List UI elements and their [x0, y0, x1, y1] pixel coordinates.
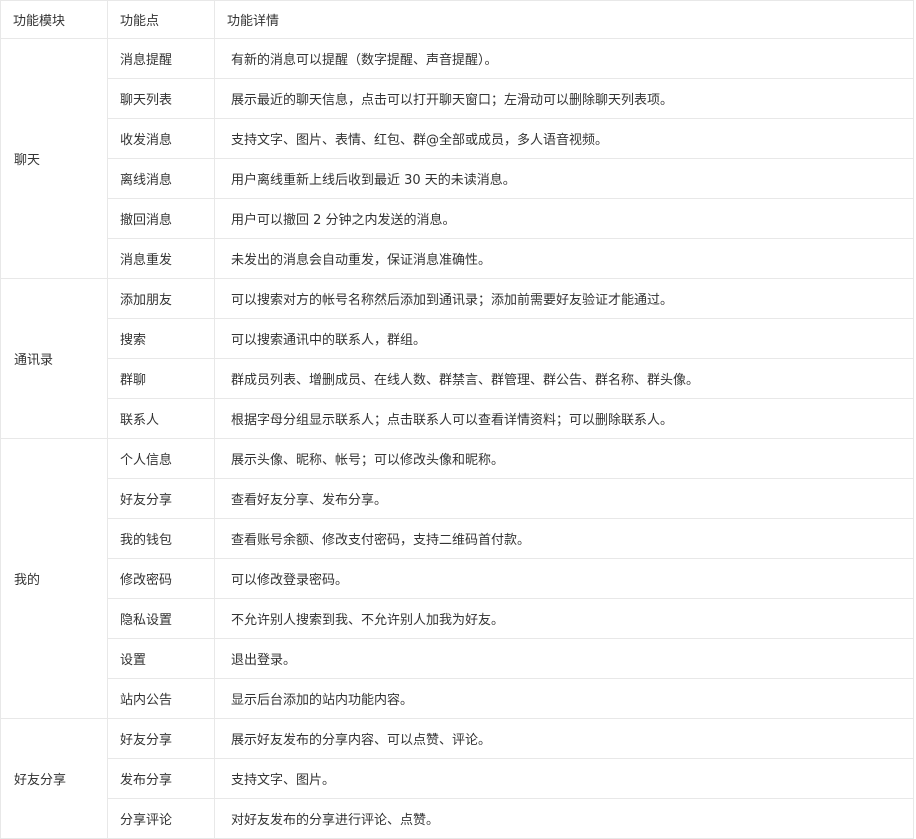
table-row: 聊天 消息提醒 有新的消息可以提醒（数字提醒、声音提醒）。: [0, 38, 914, 279]
table-row: 好友分享 好友分享 展示好友发布的分享内容、可以点赞、评论。: [0, 718, 914, 839]
detail-cell: 退出登录。: [214, 638, 914, 679]
table-row: 修改密码 可以修改登录密码。: [1, 558, 914, 599]
detail-cell: 对好友发布的分享进行评论、点赞。: [214, 798, 914, 839]
module-cell-me: 我的: [0, 438, 108, 719]
point-cell: 好友分享: [107, 718, 215, 759]
module-cell-chat: 聊天: [0, 38, 108, 279]
detail-cell: 未发出的消息会自动重发，保证消息准确性。: [214, 238, 914, 279]
table-row: 撤回消息 用户可以撤回 2 分钟之内发送的消息。: [1, 198, 914, 239]
table-row: 收发消息 支持文字、图片、表情、红包、群@全部或成员，多人语音视频。: [1, 118, 914, 159]
point-cell: 撤回消息: [107, 198, 215, 239]
table-row: 消息重发 未发出的消息会自动重发，保证消息准确性。: [1, 238, 914, 279]
table-row: 联系人 根据字母分组显示联系人；点击联系人可以查看详情资料；可以删除联系人。: [1, 398, 914, 439]
detail-cell: 展示头像、昵称、帐号；可以修改头像和昵称。: [214, 438, 914, 479]
detail-cell: 显示后台添加的站内功能内容。: [214, 678, 914, 719]
table-row: 好友分享 查看好友分享、发布分享。: [1, 478, 914, 519]
header-module: 功能模块: [0, 0, 108, 39]
point-cell: 个人信息: [107, 438, 215, 479]
table-row: 发布分享 支持文字、图片。: [1, 758, 914, 799]
point-cell: 我的钱包: [107, 518, 215, 559]
detail-cell: 展示最近的聊天信息，点击可以打开聊天窗口；左滑动可以删除聊天列表项。: [214, 78, 914, 119]
point-cell: 站内公告: [107, 678, 215, 719]
point-cell: 好友分享: [107, 478, 215, 519]
detail-cell: 查看好友分享、发布分享。: [214, 478, 914, 519]
detail-cell: 有新的消息可以提醒（数字提醒、声音提醒）。: [214, 38, 914, 79]
point-cell: 搜索: [107, 318, 215, 359]
detail-cell: 不允许别人搜索到我、不允许别人加我为好友。: [214, 598, 914, 639]
feature-table: 功能模块 功能点 功能详情 聊天 消息提醒 有新的消息可以提醒（数字提醒、声音提…: [0, 0, 914, 839]
detail-cell: 可以修改登录密码。: [214, 558, 914, 599]
table-header-row: 功能模块 功能点 功能详情: [0, 0, 914, 39]
detail-cell: 支持文字、图片。: [214, 758, 914, 799]
point-cell: 联系人: [107, 398, 215, 439]
point-cell: 添加朋友: [107, 278, 215, 319]
table-row: 离线消息 用户离线重新上线后收到最近 30 天的未读消息。: [1, 158, 914, 199]
detail-cell: 支持文字、图片、表情、红包、群@全部或成员，多人语音视频。: [214, 118, 914, 159]
table-row: 分享评论 对好友发布的分享进行评论、点赞。: [1, 798, 914, 839]
point-cell: 分享评论: [107, 798, 215, 839]
point-cell: 离线消息: [107, 158, 215, 199]
table-row: 我的 个人信息 展示头像、昵称、帐号；可以修改头像和昵称。: [0, 438, 914, 719]
table-row: 设置 退出登录。: [1, 638, 914, 679]
detail-cell: 根据字母分组显示联系人；点击联系人可以查看详情资料；可以删除联系人。: [214, 398, 914, 439]
table-row: 聊天列表 展示最近的聊天信息，点击可以打开聊天窗口；左滑动可以删除聊天列表项。: [1, 78, 914, 119]
header-detail: 功能详情: [214, 0, 914, 39]
point-cell: 发布分享: [107, 758, 215, 799]
point-cell: 设置: [107, 638, 215, 679]
point-cell: 群聊: [107, 358, 215, 399]
detail-cell: 可以搜索对方的帐号名称然后添加到通讯录；添加前需要好友验证才能通过。: [214, 278, 914, 319]
module-cell-contacts: 通讯录: [0, 278, 108, 439]
table-row: 搜索 可以搜索通讯中的联系人，群组。: [1, 318, 914, 359]
point-cell: 修改密码: [107, 558, 215, 599]
table-row: 群聊 群成员列表、增删成员、在线人数、群禁言、群管理、群公告、群名称、群头像。: [1, 358, 914, 399]
point-cell: 聊天列表: [107, 78, 215, 119]
table-row: 站内公告 显示后台添加的站内功能内容。: [1, 678, 914, 719]
detail-cell: 查看账号余额、修改支付密码，支持二维码首付款。: [214, 518, 914, 559]
detail-cell: 用户离线重新上线后收到最近 30 天的未读消息。: [214, 158, 914, 199]
point-cell: 消息提醒: [107, 38, 215, 79]
table-row: 通讯录 添加朋友 可以搜索对方的帐号名称然后添加到通讯录；添加前需要好友验证才能…: [0, 278, 914, 439]
table-row: 我的钱包 查看账号余额、修改支付密码，支持二维码首付款。: [1, 518, 914, 559]
table-row: 隐私设置 不允许别人搜索到我、不允许别人加我为好友。: [1, 598, 914, 639]
point-cell: 隐私设置: [107, 598, 215, 639]
point-cell: 消息重发: [107, 238, 215, 279]
detail-cell: 用户可以撤回 2 分钟之内发送的消息。: [214, 198, 914, 239]
detail-cell: 群成员列表、增删成员、在线人数、群禁言、群管理、群公告、群名称、群头像。: [214, 358, 914, 399]
detail-cell: 可以搜索通讯中的联系人，群组。: [214, 318, 914, 359]
point-cell: 收发消息: [107, 118, 215, 159]
header-point: 功能点: [107, 0, 215, 39]
module-cell-friend-share: 好友分享: [0, 718, 108, 839]
detail-cell: 展示好友发布的分享内容、可以点赞、评论。: [214, 718, 914, 759]
